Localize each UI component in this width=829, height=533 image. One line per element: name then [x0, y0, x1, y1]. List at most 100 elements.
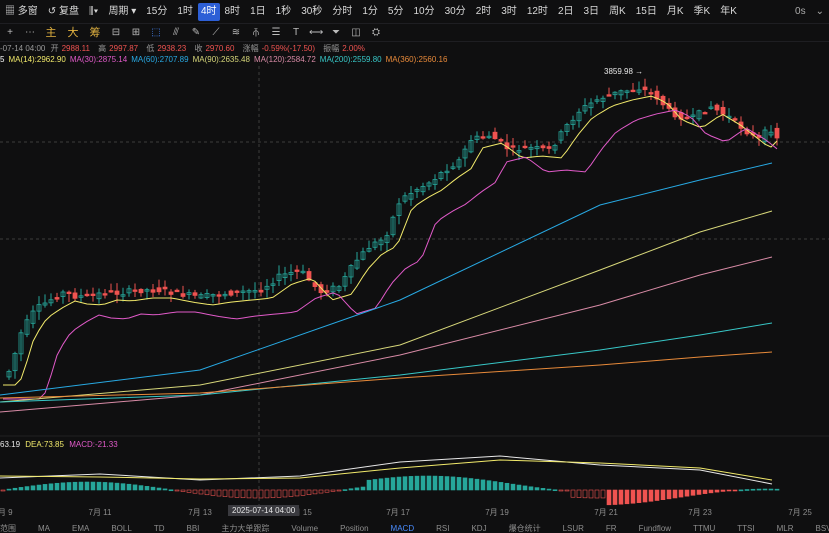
macd-histogram-bar [696, 489, 702, 495]
toggle-icon[interactable]: ⊟ [109, 26, 123, 40]
indicator-tab[interactable]: 爆仓统计 [509, 524, 541, 533]
ma120-line [0, 256, 773, 413]
indicator-tab[interactable]: TTMU [693, 524, 715, 533]
camera-icon[interactable]: ◫ [349, 26, 363, 40]
layout-icon[interactable]: ⊞ [129, 26, 143, 40]
timeframe-13[interactable]: 3时 [496, 3, 522, 21]
replay-button[interactable]: ↺ 复盘 [43, 3, 84, 21]
select-tool-icon[interactable]: ⬚ [149, 26, 163, 40]
filter-icon[interactable]: ⏷ [329, 26, 343, 40]
timeframe-21[interactable]: 年K [715, 3, 742, 21]
channel-tool-icon[interactable]: ≋ [229, 26, 243, 40]
macd-histogram-bar [504, 482, 510, 491]
candle-body [174, 289, 180, 293]
timeframe-2[interactable]: 4时 [197, 2, 220, 21]
indicator-tab[interactable]: EMA [72, 524, 89, 533]
timeframe-4[interactable]: 1日 [245, 3, 271, 21]
timeframe-8[interactable]: 1分 [357, 3, 383, 21]
candle-body [258, 289, 264, 293]
macd-histogram-bar [270, 489, 276, 498]
low-info: 低 2938.23 [146, 44, 189, 53]
indicator-tab[interactable]: TTSI [737, 524, 754, 533]
timeframe-1[interactable]: 1时 [172, 3, 198, 21]
chevron-down-icon[interactable]: ⌄ [811, 3, 829, 21]
indicator-tab[interactable]: LSUR [563, 524, 584, 533]
indicator-tab[interactable]: 主力大单跟踪 [221, 524, 269, 533]
indicator-tab[interactable]: FR [606, 524, 617, 533]
timeframe-20[interactable]: 季K [689, 3, 716, 21]
candle-body [522, 145, 528, 149]
indicator-tab[interactable]: MACD [391, 524, 415, 533]
timeframe-6[interactable]: 30秒 [296, 3, 327, 21]
indicator-tab[interactable]: BBI [186, 524, 199, 533]
macd-histogram-bar [252, 489, 258, 499]
macd-histogram-bar [150, 486, 156, 491]
candle-body [702, 112, 708, 115]
indicator-tab[interactable]: KDJ [471, 524, 486, 533]
add-indicator-icon[interactable]: + [3, 26, 17, 40]
ma-legend-item: MA(14):2962.90 [8, 55, 66, 64]
macd-histogram-bar [102, 482, 108, 491]
timeframe-16[interactable]: 3日 [579, 3, 605, 21]
timeframe-18[interactable]: 15日 [631, 3, 662, 21]
macd-legend: 63.19 DEA:73.85 MACD:-21.33 [0, 440, 121, 450]
timeframe-19[interactable]: 月K [662, 3, 689, 21]
macd-histogram-bar [720, 489, 726, 492]
indicator-tab[interactable]: MLR [777, 524, 794, 533]
pencil-icon[interactable]: ✎ [189, 26, 203, 40]
chart-type-button[interactable]: ⫼▾ [84, 3, 103, 21]
macd-histogram-bar [678, 489, 684, 498]
timeframe-10[interactable]: 10分 [408, 3, 439, 21]
macd-histogram-bar [210, 489, 216, 496]
indicator-tab[interactable]: RSI [436, 524, 449, 533]
macd-dea-line [0, 459, 773, 481]
pitchfork-icon[interactable]: ⫚ [249, 26, 263, 40]
indicator-tab[interactable]: Fundflow [639, 524, 671, 533]
indicator-tab[interactable]: BOLL [111, 524, 131, 533]
high-info: 高 2997.87 [98, 44, 141, 53]
macd-histogram-bar [468, 478, 474, 491]
timeframe-17[interactable]: 周K [604, 3, 631, 21]
macd-histogram-bar [726, 489, 732, 492]
macd-histogram-bar [366, 479, 372, 491]
main-chart-button[interactable]: 主 [43, 26, 59, 40]
indicator-tab[interactable]: Position [340, 524, 368, 533]
indicator-tab[interactable]: 范围 [0, 524, 16, 533]
timeframe-12[interactable]: 2时 [471, 3, 497, 21]
timeframe-9[interactable]: 5分 [383, 3, 409, 21]
indicator-tab[interactable]: BSV [816, 524, 829, 533]
timeframe-11[interactable]: 30分 [440, 3, 471, 21]
line-tool-icon[interactable]: ⟋ [209, 26, 223, 40]
settings-icon[interactable]: ⛭ [369, 26, 383, 40]
multi-window-button[interactable]: ▦ 多窗 [0, 3, 43, 21]
chips-button[interactable]: 筹 [87, 26, 103, 40]
low-label: 低 [146, 44, 155, 53]
measure-icon[interactable]: ⟷ [309, 26, 323, 40]
timeframe-15[interactable]: 2日 [553, 3, 579, 21]
top-toolbar: ▦ 多窗 ↺ 复盘 ⫼▾ 周期 ▾ 15分 1时 4时 8时 1日 1秒 30秒 分时 1分 5分… [0, 0, 829, 24]
macd-histogram-bar [654, 489, 660, 501]
indicator-tab[interactable]: TD [154, 524, 165, 533]
macd-histogram-bar [618, 489, 624, 505]
more-icon[interactable]: ⋯ [23, 26, 37, 40]
timeframe-7[interactable]: 分时 [327, 3, 357, 21]
indicator-tab[interactable]: MA [38, 524, 50, 533]
macd-histogram-bar [552, 489, 558, 492]
fib-icon[interactable]: ☰ [269, 26, 283, 40]
timeframe-3[interactable]: 8时 [220, 3, 246, 21]
timeframe-0[interactable]: 15分 [141, 3, 172, 21]
timeframe-14[interactable]: 12时 [522, 3, 553, 21]
x-axis: 7月 25 7月 23 7月 21 7月 19 7月 17 7月 15 7月 13 7月 11… [0, 505, 829, 519]
large-order-button[interactable]: 大 [65, 26, 81, 40]
timeframe-5[interactable]: 1秒 [271, 3, 297, 21]
period-dropdown[interactable]: 周期 ▾ [103, 3, 141, 21]
macd-histogram-bar [342, 489, 348, 491]
macd-histogram-bar [108, 482, 114, 491]
ruler-icon[interactable]: ⫻ [169, 26, 183, 40]
macd-histogram-bar [570, 489, 576, 498]
price-chart[interactable] [0, 0, 829, 533]
text-tool-icon[interactable]: T [289, 26, 303, 40]
macd-histogram-bar [510, 483, 516, 491]
indicator-tab[interactable]: Volume [291, 524, 318, 533]
candle-body [168, 291, 174, 295]
